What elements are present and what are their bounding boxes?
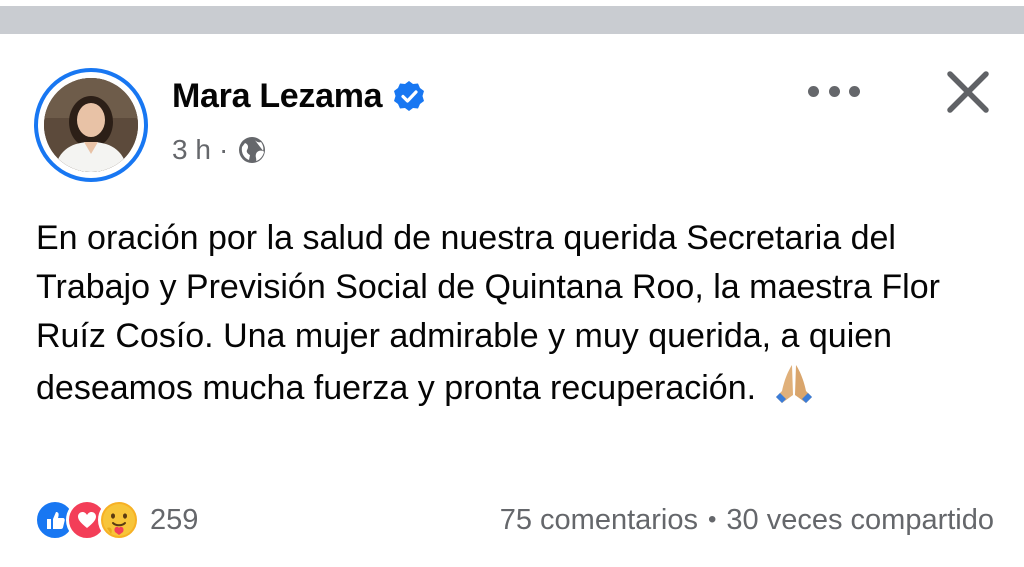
praying-hands-emoji <box>772 361 816 419</box>
globe-icon <box>236 134 268 166</box>
meta-separator: · <box>218 134 229 165</box>
engagement-stats: 75 comentarios • 30 veces compartido <box>500 504 994 537</box>
author-name[interactable]: Mara Lezama <box>172 77 383 116</box>
stats-separator: • <box>708 506 717 533</box>
author-row: Mara Lezama <box>172 76 426 116</box>
close-icon[interactable] <box>944 68 992 116</box>
post-footer: 259 75 comentarios • 30 veces compartido <box>34 494 994 546</box>
reactions-summary[interactable]: 259 <box>34 499 198 541</box>
profile-photo <box>44 78 138 172</box>
post-time[interactable]: 3 h <box>172 134 211 166</box>
shares-count[interactable]: 30 veces compartido <box>726 504 994 537</box>
verified-badge-icon <box>392 79 426 113</box>
comments-count[interactable]: 75 comentarios <box>500 504 698 537</box>
more-options-icon[interactable] <box>808 78 860 104</box>
care-reaction-icon <box>98 499 140 541</box>
reaction-count[interactable]: 259 <box>150 504 198 537</box>
avatar[interactable] <box>34 68 148 182</box>
top-strip <box>0 0 1024 34</box>
post-meta: 3 h · <box>172 132 268 168</box>
post-text: En oración por la salud de nuestra queri… <box>36 214 996 419</box>
